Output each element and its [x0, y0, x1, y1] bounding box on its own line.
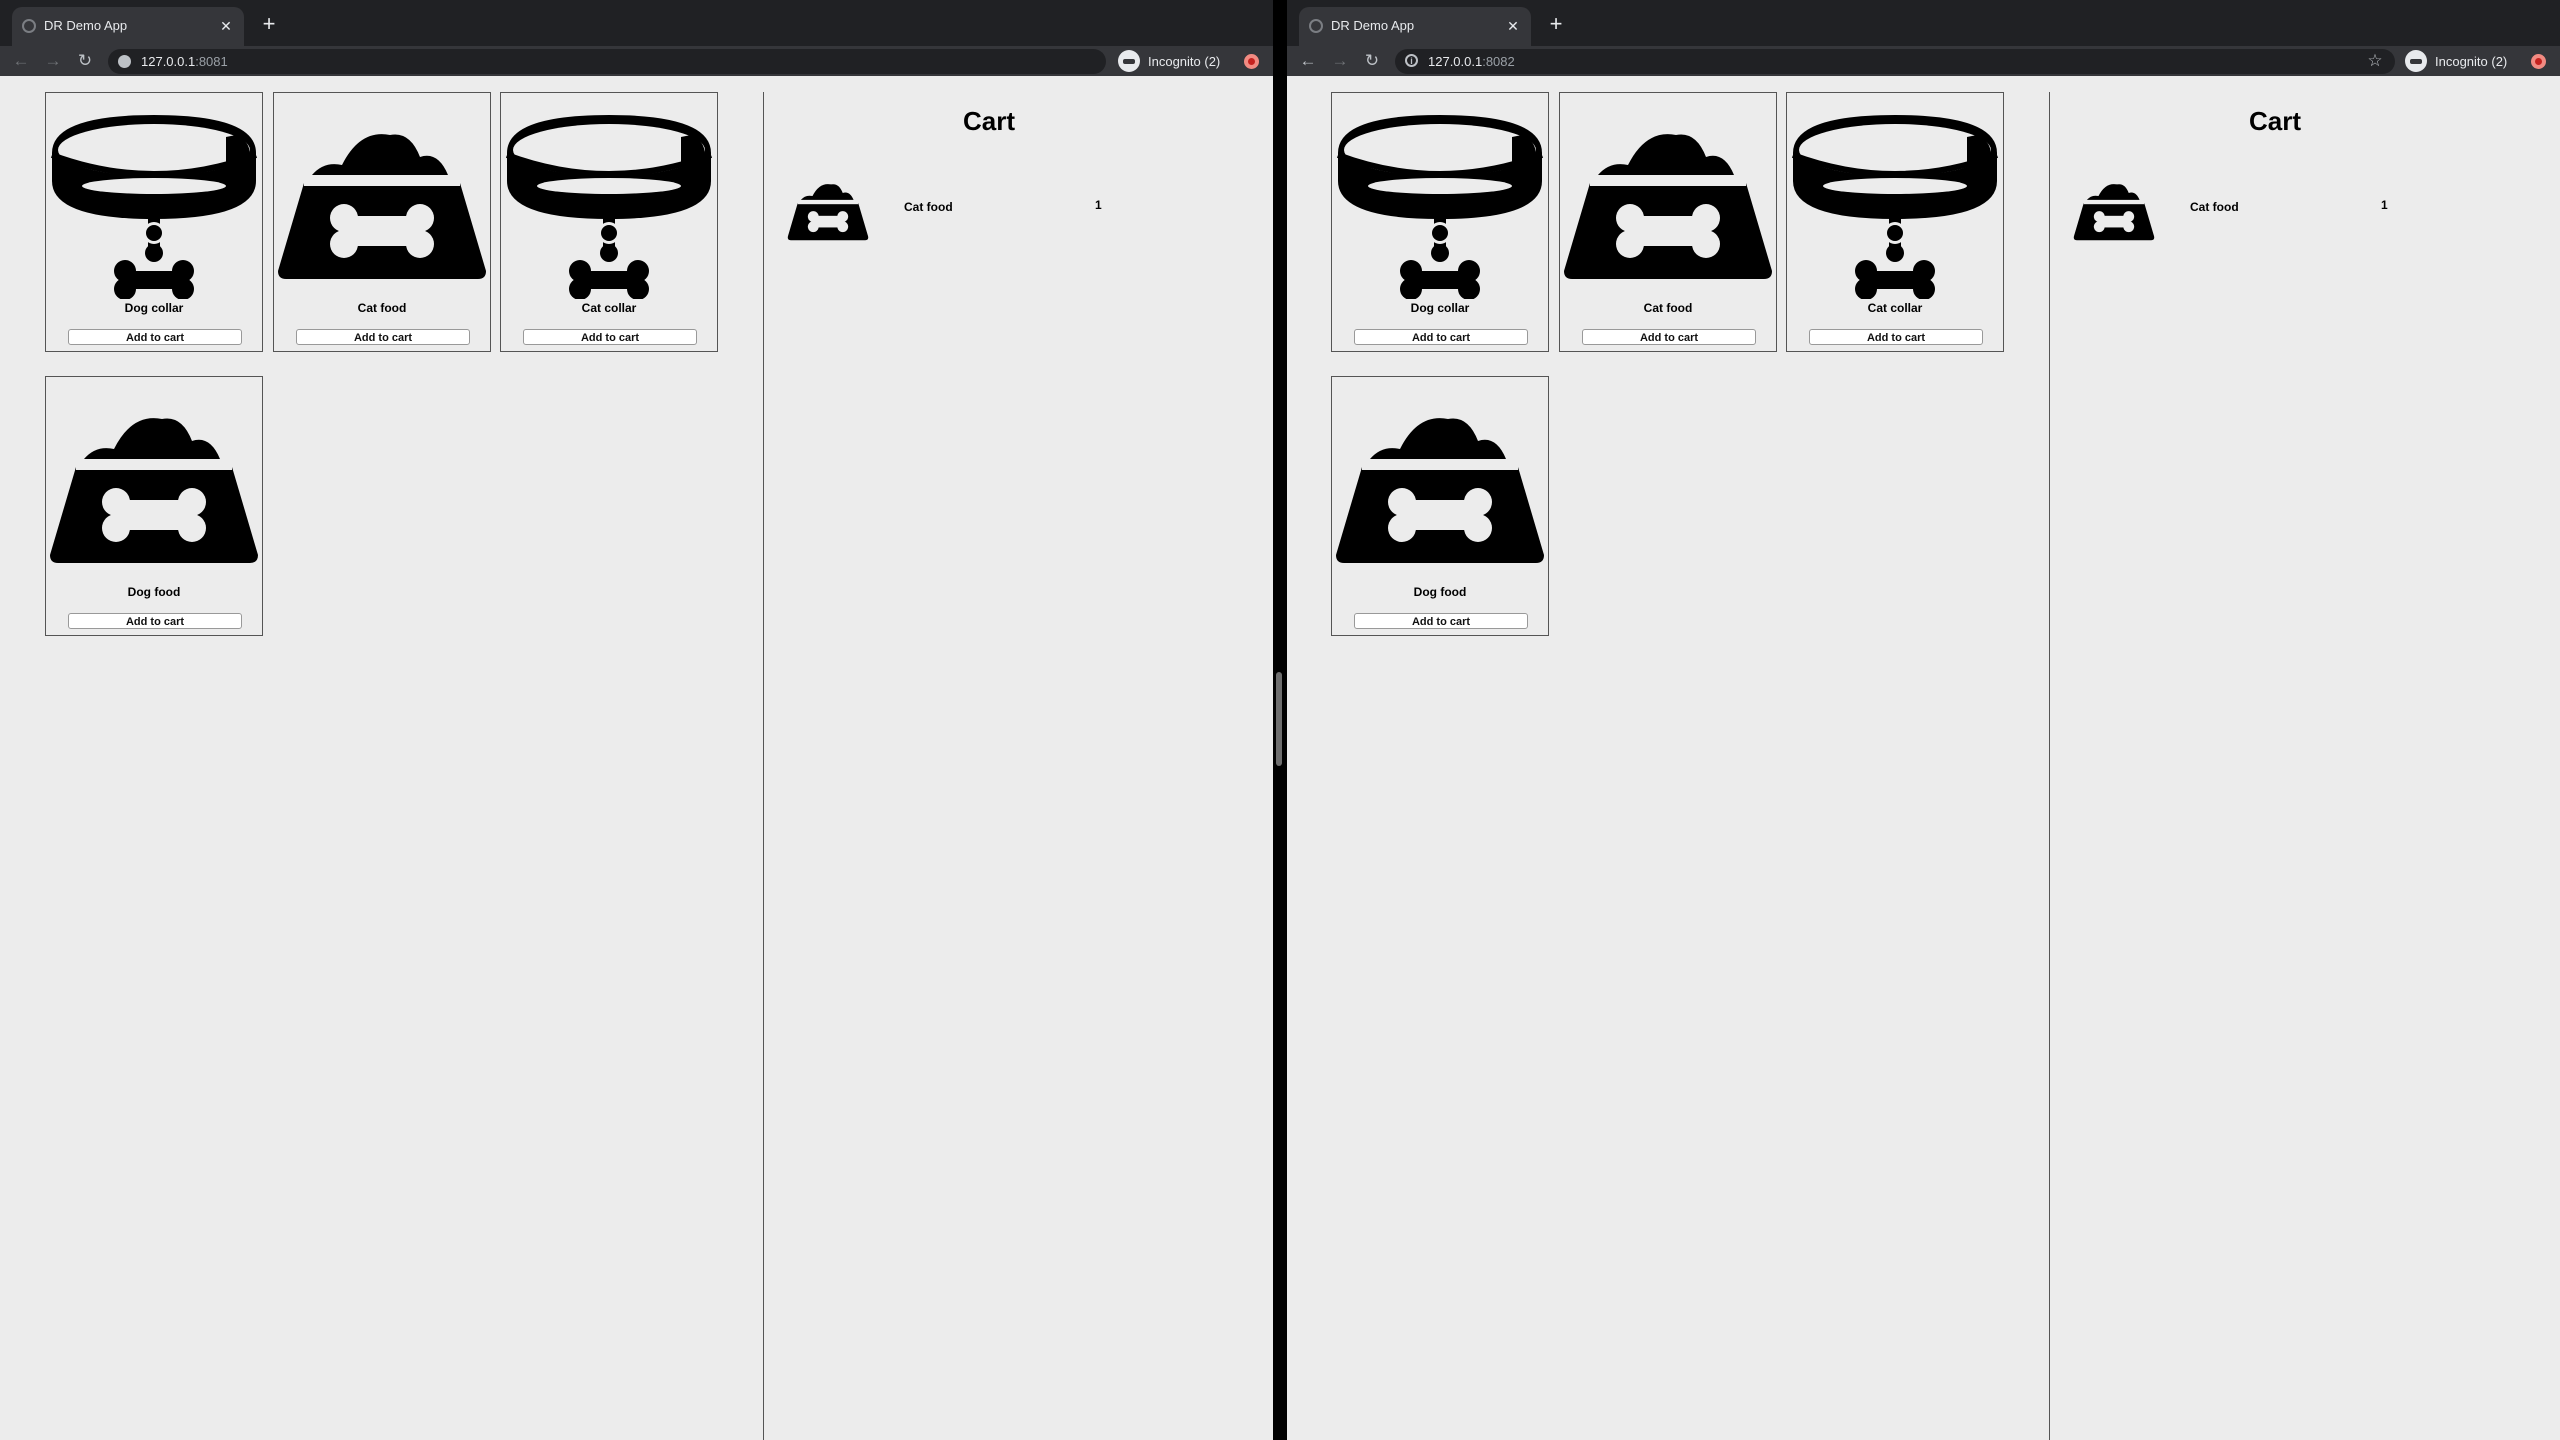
url-text: 127.0.0.1:8081: [141, 54, 228, 69]
collar-icon: [1791, 103, 1999, 299]
product-card: Cat collar Add to cart: [1786, 92, 2004, 352]
add-to-cart-button[interactable]: Add to cart: [296, 329, 470, 345]
incognito-label: Incognito (2): [2435, 54, 2508, 69]
profile-icon[interactable]: [1244, 54, 1259, 69]
food-bowl-icon: [1564, 103, 1772, 299]
tab-title: DR Demo App: [44, 18, 128, 33]
food-bowl-icon: [772, 172, 884, 248]
shop-page: Dog collar Add to cart Cat food Add to c…: [1287, 76, 2560, 1440]
back-button[interactable]: ←: [1296, 49, 1320, 73]
product-card: Dog food Add to cart: [1331, 376, 1549, 636]
cart-item-name: Cat food: [904, 200, 953, 214]
split-resize-handle[interactable]: [1276, 672, 1282, 766]
add-to-cart-button[interactable]: Add to cart: [1582, 329, 1756, 345]
close-tab-icon[interactable]: ✕: [1503, 16, 1523, 36]
cart-title: Cart: [962, 106, 1015, 136]
browser-window-left: DR Demo App ✕ + ← → ↻ 127.0.0.1:8081 Inc…: [0, 0, 1273, 1440]
cart-divider: [2049, 92, 2050, 1440]
cart-divider: [763, 92, 764, 1440]
browser-window-right: DR Demo App ✕ + ← → ↻ i 127.0.0.1:8082 ☆…: [1287, 0, 2560, 1440]
browser-tab[interactable]: DR Demo App ✕: [1299, 7, 1531, 46]
product-name: Dog food: [1413, 585, 1467, 599]
food-bowl-icon: [278, 103, 486, 299]
food-bowl-icon: [1336, 387, 1544, 583]
add-to-cart-button[interactable]: Add to cart: [1354, 613, 1528, 629]
food-bowl-icon: [2058, 172, 2170, 248]
favicon-icon: [1309, 19, 1323, 33]
cart-item-quantity: 1: [2381, 198, 2388, 212]
product-name: Cat food: [357, 301, 407, 315]
cart-item-name: Cat food: [2190, 200, 2239, 214]
url-port: :8082: [1482, 54, 1515, 69]
product-card: Cat collar Add to cart: [500, 92, 718, 352]
product-name: Dog food: [127, 585, 181, 599]
product-name: Cat collar: [1867, 301, 1923, 315]
product-name: Cat food: [1643, 301, 1693, 315]
shop-page: Dog collar Add to cart Cat food Add to c…: [0, 76, 1273, 1440]
tab-title: DR Demo App: [1331, 18, 1415, 33]
product-card: Dog collar Add to cart: [45, 92, 263, 352]
favicon-icon: [22, 19, 36, 33]
reload-button[interactable]: ↻: [1360, 49, 1384, 73]
back-button[interactable]: ←: [9, 49, 33, 73]
incognito-label: Incognito (2): [1148, 54, 1221, 69]
collar-icon: [50, 103, 258, 299]
info-icon[interactable]: i: [1405, 54, 1418, 67]
cart-item: Cat food 1: [2058, 172, 2498, 248]
cart-title: Cart: [2248, 106, 2301, 136]
cart-item-quantity: 1: [1095, 198, 1102, 212]
url-host: 127.0.0.1: [141, 54, 196, 69]
collar-icon: [505, 103, 713, 299]
site-info-icon[interactable]: [118, 55, 131, 68]
profile-icon[interactable]: [2531, 54, 2546, 69]
browser-toolbar: ← → ↻ i 127.0.0.1:8082 ☆ Incognito (2): [1287, 46, 2560, 76]
product-card: Cat food Add to cart: [273, 92, 491, 352]
product-card: Cat food Add to cart: [1559, 92, 1777, 352]
add-to-cart-button[interactable]: Add to cart: [1809, 329, 1983, 345]
incognito-icon: [2405, 50, 2427, 72]
tab-strip: DR Demo App ✕ +: [0, 0, 1273, 46]
bookmark-star-icon[interactable]: ☆: [2363, 49, 2387, 73]
forward-button[interactable]: →: [41, 49, 65, 73]
forward-button[interactable]: →: [1328, 49, 1352, 73]
new-tab-button[interactable]: +: [1543, 11, 1569, 37]
add-to-cart-button[interactable]: Add to cart: [68, 329, 242, 345]
url-host: 127.0.0.1: [1428, 54, 1483, 69]
reload-button[interactable]: ↻: [73, 49, 97, 73]
collar-icon: [1336, 103, 1544, 299]
cart-item: Cat food 1: [772, 172, 1212, 248]
incognito-icon: [1118, 50, 1140, 72]
add-to-cart-button[interactable]: Add to cart: [68, 613, 242, 629]
add-to-cart-button[interactable]: Add to cart: [523, 329, 697, 345]
add-to-cart-button[interactable]: Add to cart: [1354, 329, 1528, 345]
product-card: Dog food Add to cart: [45, 376, 263, 636]
address-bar[interactable]: 127.0.0.1:8081: [108, 49, 1106, 74]
close-tab-icon[interactable]: ✕: [216, 16, 236, 36]
tab-strip: DR Demo App ✕ +: [1287, 0, 2560, 46]
product-name: Dog collar: [1410, 301, 1470, 315]
address-bar[interactable]: i 127.0.0.1:8082: [1395, 49, 2395, 74]
product-name: Dog collar: [124, 301, 184, 315]
browser-tab[interactable]: DR Demo App ✕: [12, 7, 244, 46]
new-tab-button[interactable]: +: [256, 11, 282, 37]
browser-toolbar: ← → ↻ 127.0.0.1:8081 Incognito (2): [0, 46, 1273, 76]
url-text: 127.0.0.1:8082: [1428, 54, 1515, 69]
product-card: Dog collar Add to cart: [1331, 92, 1549, 352]
url-port: :8081: [195, 54, 228, 69]
product-name: Cat collar: [581, 301, 637, 315]
food-bowl-icon: [50, 387, 258, 583]
